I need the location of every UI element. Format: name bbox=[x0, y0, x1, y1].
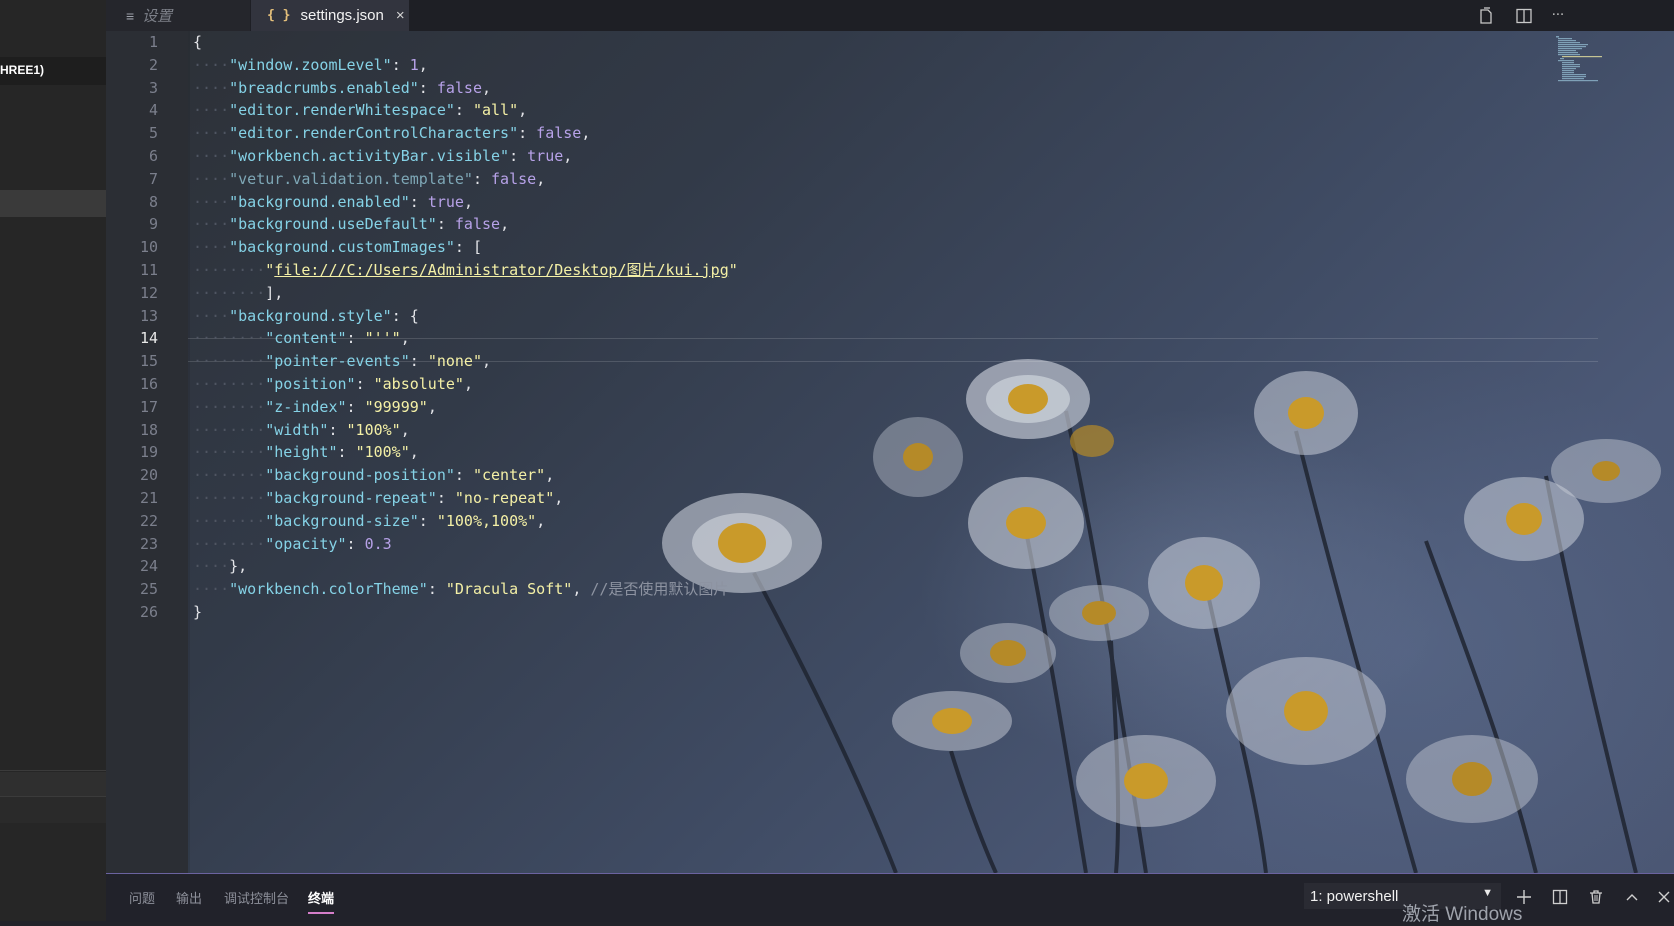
code-line[interactable]: } bbox=[188, 601, 1648, 624]
code-line[interactable]: ········"position": "absolute", bbox=[188, 373, 1648, 396]
line-number: 25 bbox=[139, 580, 158, 599]
line-number: 9 bbox=[148, 215, 158, 234]
line-number: 6 bbox=[148, 147, 158, 165]
code-line[interactable]: ········], bbox=[188, 282, 1648, 305]
code-line[interactable]: ········"background-position": "center", bbox=[188, 464, 1648, 487]
code-line[interactable]: ········"opacity": 0.3 bbox=[188, 533, 1648, 556]
maximize-panel-icon[interactable] bbox=[1620, 874, 1644, 920]
minimap[interactable] bbox=[1554, 35, 1624, 83]
line-number: 12 bbox=[139, 283, 158, 302]
terminal-select-value: 1: powershell bbox=[1310, 887, 1399, 905]
code-line[interactable]: ········"z-index": "99999", bbox=[188, 396, 1648, 419]
line-number: 17 bbox=[139, 397, 158, 416]
line-number: 11 bbox=[139, 261, 158, 279]
line-number: 14 bbox=[139, 329, 158, 348]
sidebar-section-header[interactable] bbox=[0, 797, 106, 823]
line-number: 13 bbox=[139, 306, 158, 325]
line-number: 4 bbox=[148, 101, 158, 120]
tab-label: settings.json bbox=[300, 7, 384, 24]
list-icon: ≡ bbox=[126, 7, 135, 24]
code-line[interactable]: ········"background-size": "100%,100%", bbox=[188, 510, 1648, 533]
json-braces-icon: { } bbox=[267, 8, 291, 23]
line-number: 10 bbox=[139, 238, 158, 257]
line-number: 1 bbox=[148, 33, 158, 51]
line-number: 23 bbox=[139, 534, 158, 553]
split-terminal-icon[interactable] bbox=[1548, 874, 1572, 920]
line-number: 2 bbox=[148, 55, 158, 74]
line-number: 26 bbox=[139, 603, 158, 621]
code-line[interactable]: ····"background.enabled": true, bbox=[188, 191, 1648, 214]
line-number: 3 bbox=[148, 78, 158, 97]
tab-label: 设置 bbox=[142, 8, 173, 25]
code-line[interactable]: ····"vetur.validation.template": false, bbox=[188, 168, 1648, 191]
line-number: 18 bbox=[139, 420, 158, 439]
tab-problems[interactable]: 问题 bbox=[129, 874, 155, 920]
line-number: 5 bbox=[148, 124, 158, 143]
code-line[interactable]: ········"file:///C:/Users/Administrator/… bbox=[188, 259, 1648, 282]
code-line[interactable]: ····"editor.renderWhitespace": "all", bbox=[188, 99, 1648, 122]
code-line[interactable]: ····"background.useDefault": false, bbox=[188, 213, 1648, 236]
code-line[interactable]: ····"background.style": { bbox=[188, 305, 1648, 328]
code-line[interactable]: ····"background.customImages": [ bbox=[188, 236, 1648, 259]
tab-debug-console[interactable]: 调试控制台 bbox=[224, 874, 289, 920]
code-line[interactable]: ····"workbench.colorTheme": "Dracula Sof… bbox=[188, 578, 1648, 601]
code-line[interactable]: ········"background-repeat": "no-repeat"… bbox=[188, 487, 1648, 510]
code-line[interactable]: ····}, bbox=[188, 555, 1648, 578]
code-line[interactable]: ····"breadcrumbs.enabled": false, bbox=[188, 77, 1648, 100]
sidebar-divider bbox=[0, 770, 106, 771]
line-number: 15 bbox=[139, 352, 158, 371]
tab-settings-json[interactable]: { } settings.json × bbox=[251, 0, 409, 31]
more-actions-icon[interactable]: ··· bbox=[1546, 0, 1570, 31]
tab-output[interactable]: 输出 bbox=[176, 874, 202, 920]
open-changes-icon[interactable] bbox=[1470, 0, 1502, 31]
chevron-down-icon: ▼ bbox=[1482, 887, 1493, 899]
sidebar-selected-item[interactable] bbox=[0, 190, 106, 217]
line-number: 21 bbox=[139, 489, 158, 507]
tab-settings[interactable]: ≡ 设置 bbox=[106, 0, 250, 31]
code-line[interactable]: ····"window.zoomLevel": 1, bbox=[188, 54, 1648, 77]
line-number: 20 bbox=[139, 466, 158, 485]
code-content[interactable]: {····"window.zoomLevel": 1, ····"breadcru… bbox=[188, 31, 1648, 624]
code-line[interactable]: ········"height": "100%", bbox=[188, 441, 1648, 464]
code-line[interactable]: ····"editor.renderControlCharacters": fa… bbox=[188, 122, 1648, 145]
tab-terminal[interactable]: 终端 bbox=[308, 874, 335, 920]
close-panel-icon[interactable] bbox=[1654, 874, 1674, 920]
line-number: 22 bbox=[139, 511, 158, 530]
line-number: 7 bbox=[148, 169, 158, 188]
sidebar-folder-label: HREE1) bbox=[0, 63, 45, 77]
trash-icon[interactable] bbox=[1584, 874, 1608, 920]
code-line[interactable]: ····"workbench.activityBar.visible": tru… bbox=[188, 145, 1648, 168]
sidebar-section-header[interactable] bbox=[0, 772, 106, 796]
activation-watermark: 激活 Windows bbox=[1402, 904, 1523, 925]
sidebar-header bbox=[0, 0, 106, 30]
code-line[interactable]: ········"width": "100%", bbox=[188, 419, 1648, 442]
code-line[interactable]: ········"pointer-events": "none", bbox=[188, 350, 1648, 373]
line-number: 16 bbox=[139, 375, 158, 393]
explorer-sidebar: HREE1) bbox=[0, 0, 106, 921]
line-number: 8 bbox=[148, 192, 158, 211]
line-number: 24 bbox=[139, 557, 158, 576]
line-number: 19 bbox=[139, 443, 158, 462]
code-line[interactable]: { bbox=[188, 31, 1648, 54]
split-editor-icon[interactable] bbox=[1508, 0, 1540, 31]
close-icon[interactable]: × bbox=[396, 7, 405, 24]
editor-tab-bar: ≡ 设置 { } settings.json × ··· bbox=[106, 0, 1674, 31]
code-editor[interactable]: 1 2 3 4 5 6 7 8 9 10 11 12 13 14 15 16 17 18 19 20 21 22 23 24 2… bbox=[106, 31, 1674, 873]
code-line[interactable]: ········"content": "''", bbox=[188, 327, 1648, 350]
